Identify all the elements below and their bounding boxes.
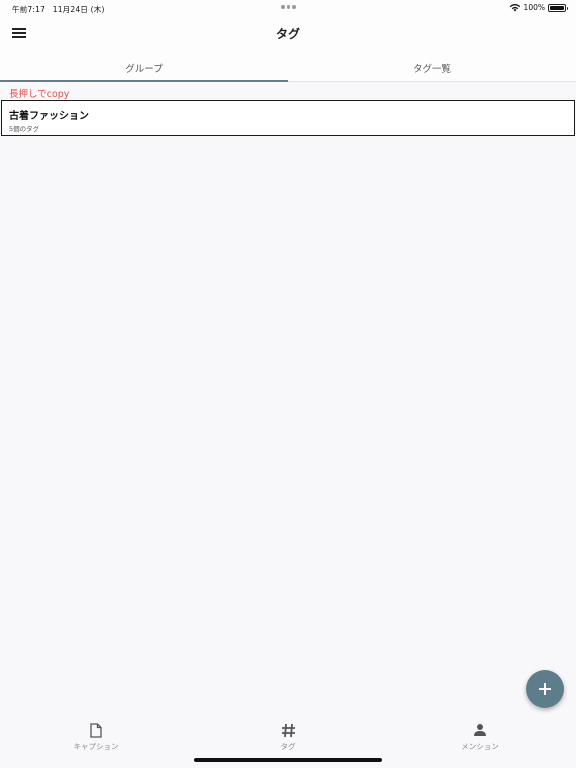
person-icon xyxy=(473,722,487,738)
nav-label-mention: メンション xyxy=(461,742,499,751)
group-item[interactable]: 古着ファッション 5個のタグ xyxy=(1,100,575,136)
page-title: タグ xyxy=(275,27,300,41)
wifi-icon xyxy=(509,4,520,12)
home-indicator[interactable] xyxy=(194,758,382,762)
tab-bar: グループ タグ一覧 xyxy=(0,50,576,82)
hash-icon xyxy=(281,722,296,738)
status-right: 100% xyxy=(509,3,568,12)
tab-groups[interactable]: グループ xyxy=(0,50,288,82)
status-time-date: 午前7:17 11月24日 (木) xyxy=(12,5,105,14)
nav-item-mention[interactable]: メンション xyxy=(384,714,576,768)
battery-percent: 100% xyxy=(523,3,545,12)
nav-label-caption: キャプション xyxy=(73,742,119,751)
multitasking-dots-icon[interactable] xyxy=(281,5,296,9)
status-bar: 午前7:17 11月24日 (木) 100% xyxy=(0,0,576,18)
plus-icon xyxy=(539,683,551,695)
add-button[interactable] xyxy=(526,670,564,708)
long-press-hint: 長押しでcopy xyxy=(9,89,70,100)
tab-tag-list[interactable]: タグ一覧 xyxy=(288,50,576,81)
group-name: 古着ファッション xyxy=(9,111,89,122)
nav-item-caption[interactable]: キャプション xyxy=(0,714,192,768)
group-tag-count: 5個のタグ xyxy=(9,125,40,133)
nav-label-tags: タグ xyxy=(280,742,296,751)
document-icon xyxy=(90,722,102,738)
battery-icon xyxy=(548,3,568,12)
app-bar: タグ xyxy=(0,18,576,50)
